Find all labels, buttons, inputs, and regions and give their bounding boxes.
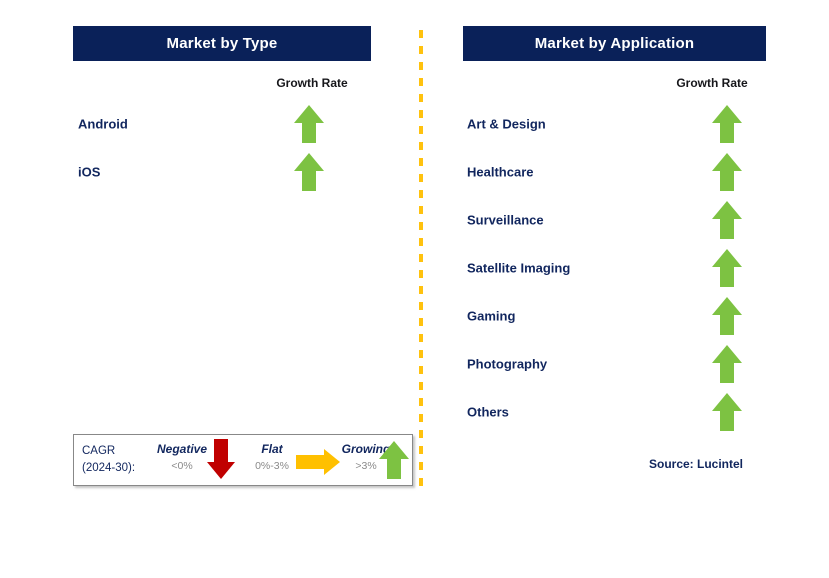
row-label-photography: Photography (467, 356, 548, 372)
arrow-up-icon (712, 249, 742, 287)
cagr-legend: CAGR (2024-30): Negative <0% Flat 0%-3% … (73, 434, 413, 486)
row-label-android: Android (78, 116, 128, 132)
row-label-satellite-imaging: Satellite Imaging (467, 260, 571, 276)
arrow-down-icon (207, 439, 235, 479)
table-row: Others (467, 392, 767, 432)
row-label-gaming: Gaming (467, 308, 516, 324)
table-row: Android (78, 104, 372, 144)
growth-indicator-others (712, 393, 742, 431)
market-by-type-header-text: Market by Type (166, 35, 278, 52)
arrow-up-icon (294, 105, 324, 143)
growth-indicator-gaming (712, 297, 742, 335)
arrow-up-icon (712, 345, 742, 383)
growth-rate-column-header-right: Growth Rate (676, 76, 748, 90)
row-label-ios: iOS (78, 164, 101, 180)
growth-indicator-android (294, 105, 324, 143)
cagr-legend-title: CAGR (2024-30): (82, 443, 135, 477)
arrow-up-icon (712, 105, 742, 143)
legend-negative-arrow (207, 439, 235, 479)
arrow-up-icon (712, 153, 742, 191)
growth-indicator-photography (712, 345, 742, 383)
row-label-others: Others (467, 404, 509, 420)
growth-indicator-healthcare (712, 153, 742, 191)
legend-growing-arrow (379, 441, 409, 479)
row-label-surveillance: Surveillance (467, 212, 544, 228)
cagr-legend-title-line2: (2024-30): (82, 462, 136, 474)
arrow-up-icon (379, 441, 409, 479)
arrow-up-icon (294, 153, 324, 191)
table-row: iOS (78, 152, 372, 192)
arrow-up-icon (712, 297, 742, 335)
market-by-type-header: Market by Type (73, 26, 371, 61)
panel-divider (419, 30, 423, 492)
growth-indicator-satellite-imaging (712, 249, 742, 287)
growth-rate-column-header-left: Growth Rate (276, 76, 348, 90)
table-row: Photography (467, 344, 767, 384)
source-note: Source: Lucintel (649, 457, 744, 471)
row-label-healthcare: Healthcare (467, 164, 534, 180)
table-row: Art & Design (467, 104, 767, 144)
table-row: Satellite Imaging (467, 248, 767, 288)
growth-indicator-ios (294, 153, 324, 191)
arrow-up-icon (712, 201, 742, 239)
arrow-up-icon (712, 393, 742, 431)
growth-indicator-surveillance (712, 201, 742, 239)
table-row: Surveillance (467, 200, 767, 240)
growth-indicator-art-and-design (712, 105, 742, 143)
cagr-legend-title-line1: CAGR (82, 445, 116, 457)
market-by-application-header: Market by Application (463, 26, 766, 61)
table-row: Healthcare (467, 152, 767, 192)
table-row: Gaming (467, 296, 767, 336)
row-label-art-and-design: Art & Design (467, 116, 546, 132)
market-by-application-header-text: Market by Application (534, 35, 695, 52)
